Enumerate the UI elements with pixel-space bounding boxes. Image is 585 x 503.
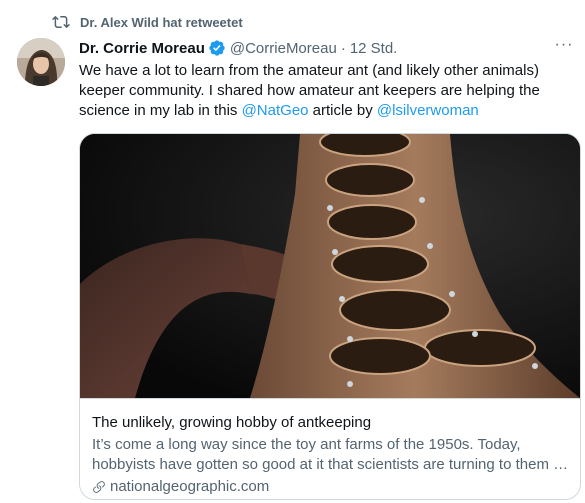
card-image[interactable] <box>80 134 580 398</box>
tweet-text: We have a lot to learn from the amateur … <box>79 61 569 121</box>
mention-author-link[interactable]: @lsilverwoman <box>377 102 479 119</box>
separator-dot: · <box>340 39 346 57</box>
author-name[interactable]: Dr. Corrie Moreau <box>79 40 205 57</box>
mention-natgeo-link[interactable]: @NatGeo <box>242 102 309 119</box>
card-title[interactable]: The unlikely, growing hobby of antkeepin… <box>92 414 371 431</box>
avatar[interactable] <box>17 38 65 86</box>
card-description: It’s come a long way since the toy ant f… <box>92 436 569 473</box>
card-domain-text: nationalgeographic.com <box>110 478 270 495</box>
card-domain[interactable]: nationalgeographic.com <box>92 478 269 495</box>
link-preview-card[interactable]: The unlikely, growing hobby of antkeepin… <box>79 133 581 500</box>
verified-badge-icon <box>208 39 226 57</box>
author-handle[interactable]: @CorrieMoreau <box>230 40 337 57</box>
retweet-icon <box>52 13 70 31</box>
tweet-timestamp[interactable]: 12 Std. <box>350 40 398 57</box>
more-icon[interactable]: ··· <box>553 37 575 58</box>
tweet-header: Dr. Corrie Moreau @CorrieMoreau · 12 Std… <box>79 37 397 59</box>
card-divider <box>80 398 580 399</box>
tweet-text-part: article by <box>308 102 377 119</box>
link-icon <box>92 480 106 494</box>
retweet-banner[interactable]: Dr. Alex Wild hat retweetet <box>52 12 243 32</box>
retweet-text: Dr. Alex Wild hat retweetet <box>80 14 243 30</box>
